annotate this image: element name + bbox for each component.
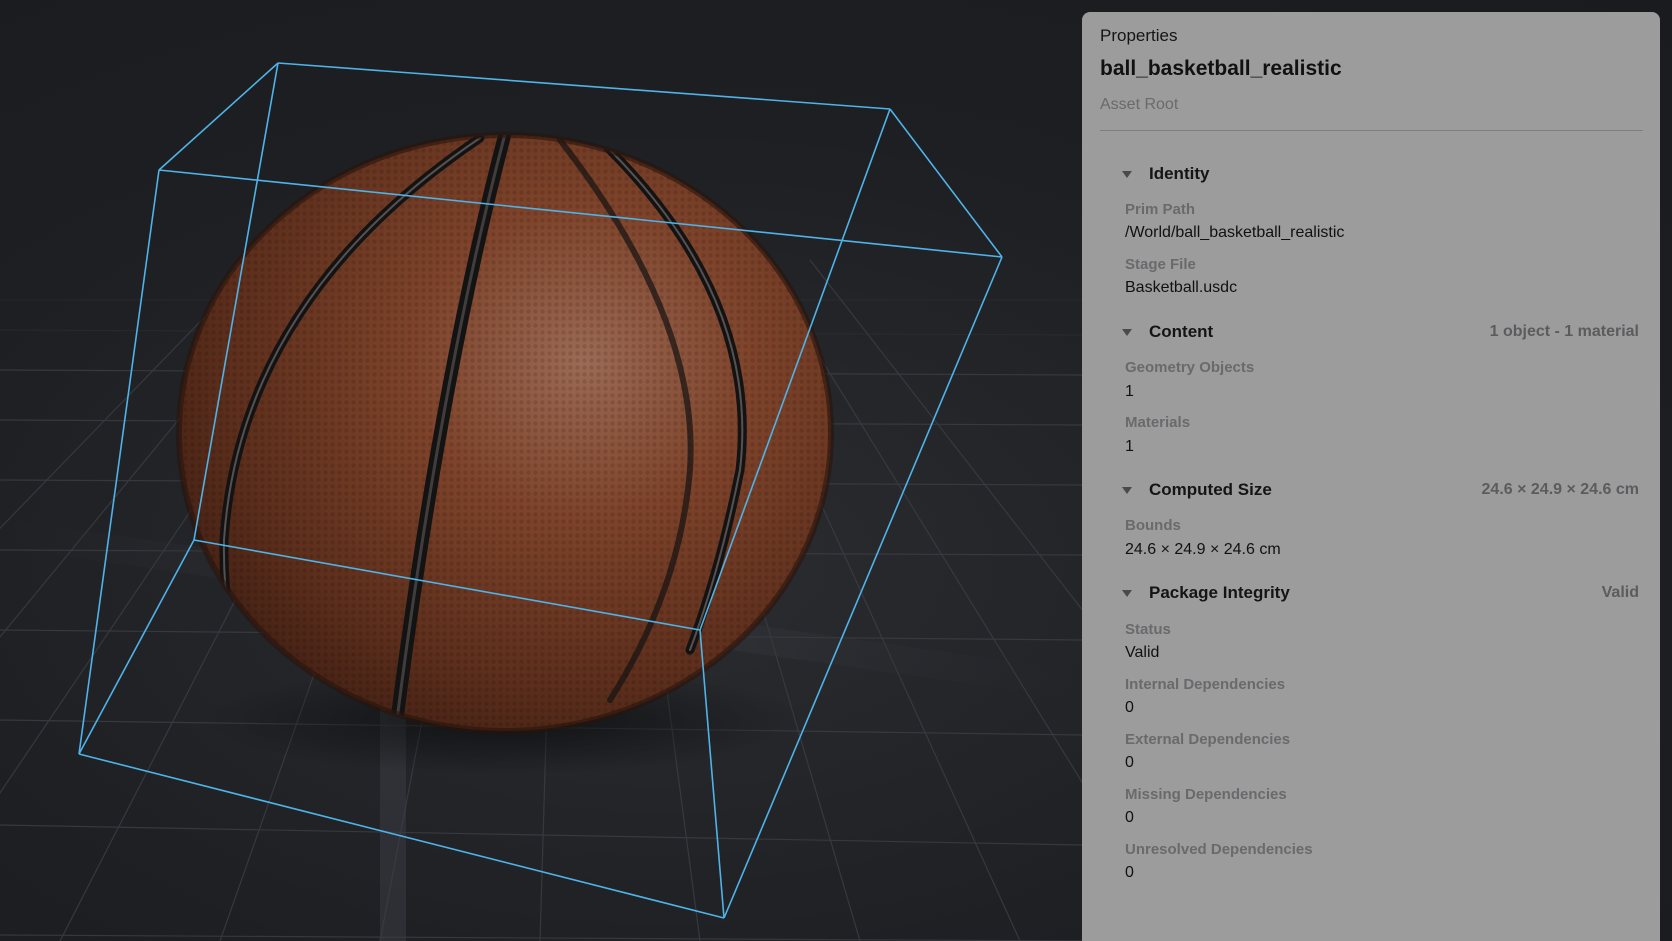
section-summary: 1 object - 1 material bbox=[1489, 323, 1639, 340]
field-value-materials: 1 bbox=[1125, 438, 1134, 455]
field-label-external-dependencies: External Dependencies bbox=[1125, 731, 1291, 748]
section-summary: Valid bbox=[1601, 584, 1639, 601]
section-title: Computed Size bbox=[1149, 480, 1272, 499]
asset-name: ball_basketball_realistic bbox=[1100, 57, 1342, 80]
section-title: Content bbox=[1149, 322, 1214, 341]
field-value-status: Valid bbox=[1125, 644, 1160, 661]
section-header-identity[interactable]: Identity bbox=[1100, 164, 1643, 188]
header-divider bbox=[1100, 130, 1643, 131]
chevron-down-icon bbox=[1122, 171, 1132, 178]
field-value-prim-path: /World/ball_basketball_realistic bbox=[1125, 224, 1345, 241]
field-label-materials: Materials bbox=[1125, 414, 1191, 431]
section-header-content[interactable]: Content 1 object - 1 material bbox=[1100, 322, 1643, 346]
chevron-down-icon bbox=[1122, 487, 1132, 494]
properties-panel: Properties ball_basketball_realistic Ass… bbox=[1082, 12, 1660, 941]
chevron-down-icon bbox=[1122, 590, 1132, 597]
panel-header-label: Properties bbox=[1100, 26, 1178, 45]
field-value-unresolved-dependencies: 0 bbox=[1125, 864, 1134, 881]
section-title: Package Integrity bbox=[1149, 583, 1290, 602]
field-label-geometry-objects: Geometry Objects bbox=[1125, 359, 1255, 376]
field-label-stage-file: Stage File bbox=[1125, 256, 1196, 273]
section-title: Identity bbox=[1149, 164, 1210, 183]
section-summary: 24.6 × 24.9 × 24.6 cm bbox=[1481, 481, 1639, 498]
asset-kind: Asset Root bbox=[1100, 96, 1179, 113]
section-header-package-integrity[interactable]: Package Integrity Valid bbox=[1100, 583, 1643, 607]
field-label-status: Status bbox=[1125, 621, 1171, 638]
field-value-geometry-objects: 1 bbox=[1125, 383, 1134, 400]
section-header-computed-size[interactable]: Computed Size 24.6 × 24.9 × 24.6 cm bbox=[1100, 480, 1643, 504]
field-label-prim-path: Prim Path bbox=[1125, 201, 1196, 218]
field-value-external-dependencies: 0 bbox=[1125, 754, 1134, 771]
field-label-unresolved-dependencies: Unresolved Dependencies bbox=[1125, 841, 1313, 858]
app-window: Properties ball_basketball_realistic Ass… bbox=[0, 0, 1672, 941]
chevron-down-icon bbox=[1122, 329, 1132, 336]
field-value-internal-dependencies: 0 bbox=[1125, 699, 1134, 716]
field-label-missing-dependencies: Missing Dependencies bbox=[1125, 786, 1287, 803]
basketball-model[interactable] bbox=[176, 132, 834, 735]
field-label-bounds: Bounds bbox=[1125, 517, 1181, 534]
field-label-internal-dependencies: Internal Dependencies bbox=[1125, 676, 1286, 693]
field-value-bounds: 24.6 × 24.9 × 24.6 cm bbox=[1125, 541, 1281, 558]
field-value-stage-file: Basketball.usdc bbox=[1125, 279, 1238, 296]
field-value-missing-dependencies: 0 bbox=[1125, 809, 1134, 826]
